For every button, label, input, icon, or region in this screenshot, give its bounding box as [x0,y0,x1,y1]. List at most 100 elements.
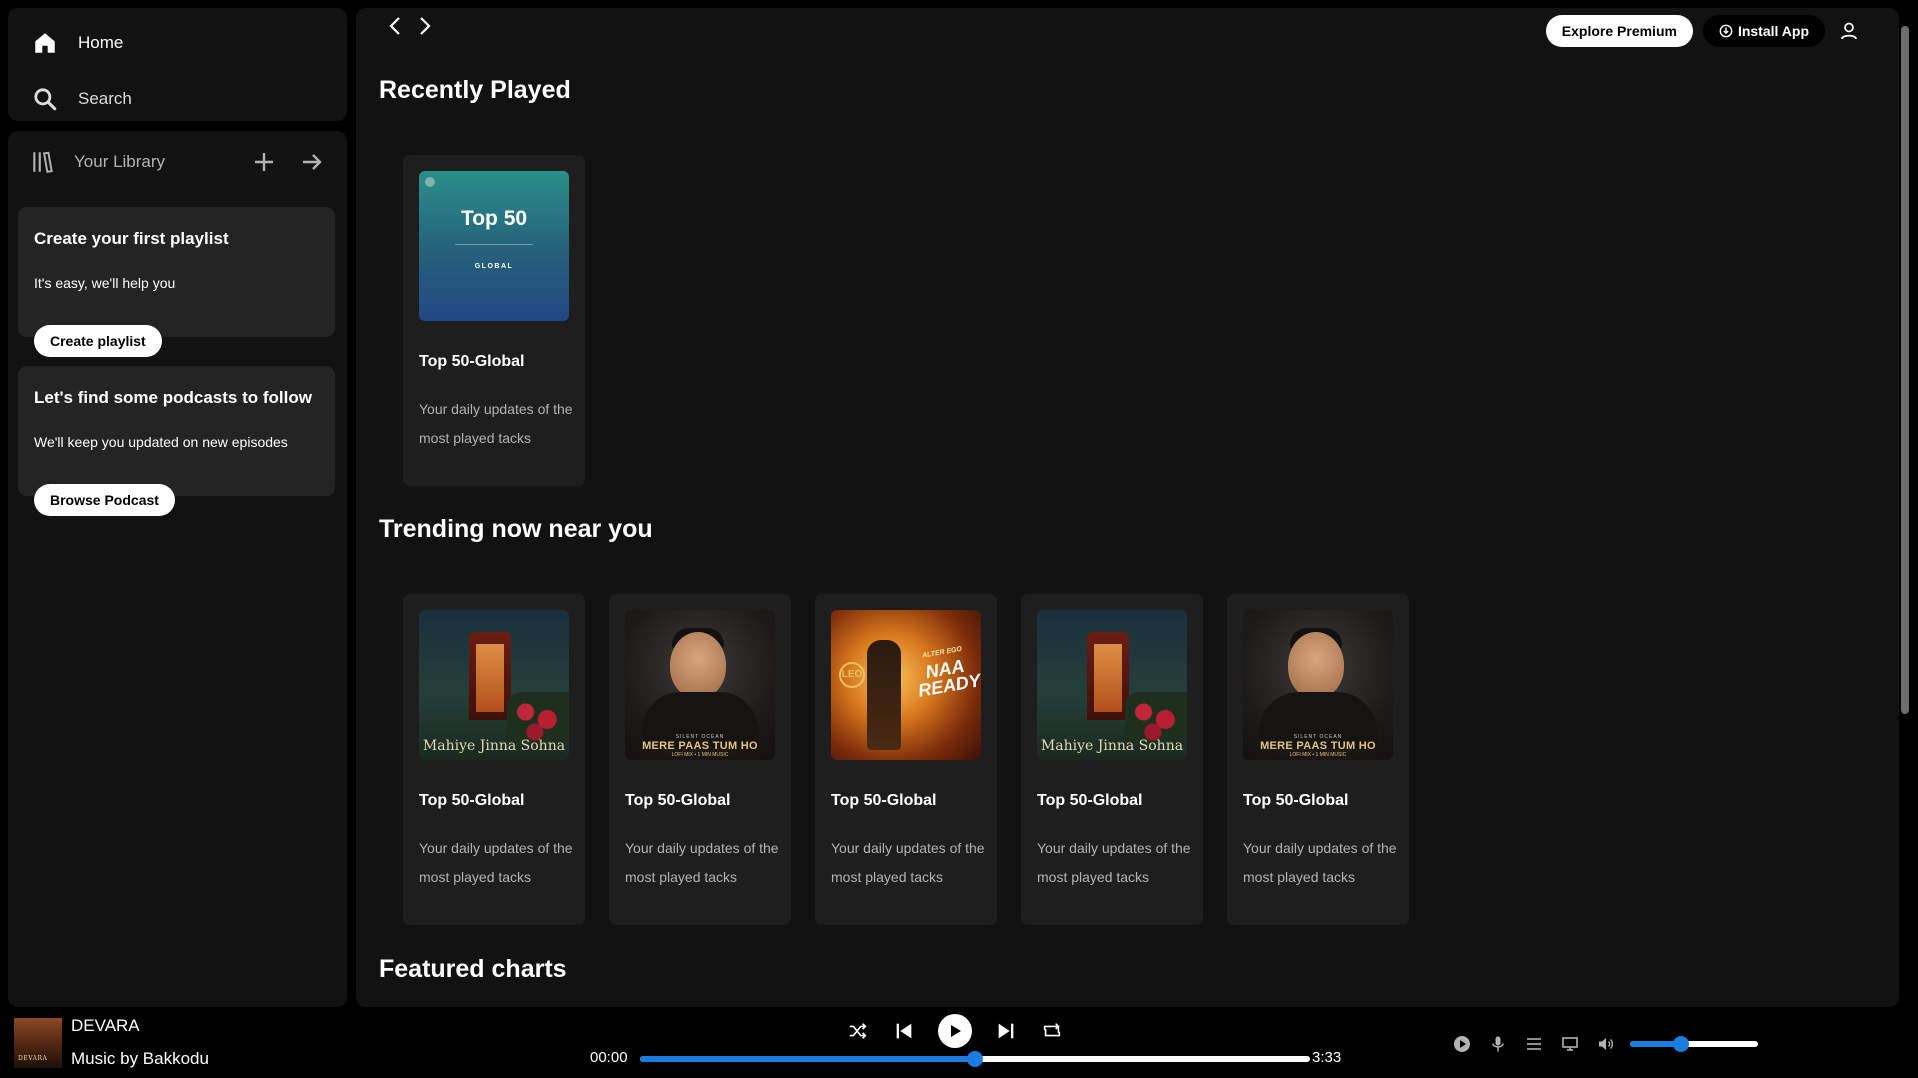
explore-premium-button[interactable]: Explore Premium [1545,15,1693,47]
volume-handle[interactable] [1673,1036,1690,1052]
play-icon [951,1025,961,1037]
now-playing-artist[interactable]: Music by Bakkodu [71,1049,209,1069]
card-cover: Mahiye Jinna Sohna [419,610,569,760]
cover-title: Mahiye Jinna Sohna [422,738,566,754]
next-icon [998,1023,1014,1039]
plus-icon [255,153,273,171]
create-playlist-card: Create your first playlist It's easy, we… [18,207,335,357]
repeat-button[interactable] [1040,1019,1064,1043]
chevron-left-icon [389,17,400,35]
promo-title: Let's find some podcasts to follow [34,388,312,407]
create-playlist-button[interactable]: Create playlist [34,325,162,357]
cover-subtitle: LOFI MIX • 1 MIN MUSIC [1289,752,1347,758]
shuffle-icon [849,1023,867,1039]
time-total: 3:33 [1312,1049,1342,1066]
album-art: LEO ALTER EGO NAA READY [831,610,981,760]
library-header[interactable]: Your Library [30,149,165,175]
sidebar-item-label: Home [78,33,124,52]
card-title: Top 50-Global [419,353,525,370]
logo-dot [425,177,435,187]
card-cover: SILENT OCEAN MERE PAAS TUM HO LOFI MIX •… [1243,610,1393,760]
cover-title: ALTER EGO NAA READY [916,645,981,701]
card-description: Your daily updates of the most played ta… [1243,840,1397,885]
cover-subtitle: GLOBAL [474,263,514,270]
card-title: Top 50-Global [625,792,731,809]
queue-button[interactable] [1524,1034,1544,1054]
card-cover: SILENT OCEAN MERE PAAS TUM HO LOFI MIX •… [625,610,775,760]
browse-podcast-button[interactable]: Browse Podcast [34,484,175,516]
playlist-card[interactable]: LEO ALTER EGO NAA READY Top 50-Global You… [815,594,997,925]
library-actions [251,149,325,175]
promo-title: Create your first playlist [34,229,229,248]
card-description: Your daily updates of the most played ta… [419,401,573,446]
install-app-button[interactable]: Install App [1702,15,1825,47]
extra-controls [1452,1034,1616,1054]
player-bar: DEVARA Music by Bakkodu 00:00 3:33 [0,1007,1918,1078]
now-playing-view-button[interactable] [1452,1034,1472,1054]
progress-bar[interactable] [640,1051,1310,1067]
home-icon [35,33,55,53]
main-content: Explore Premium Install App Recently Pla… [356,8,1899,1007]
library-title: Your Library [74,152,166,171]
profile-button[interactable] [1835,17,1863,45]
create-button[interactable] [251,149,277,175]
library-icon [33,151,53,173]
playlist-card[interactable]: SILENT OCEAN MERE PAAS TUM HO LOFI MIX •… [609,594,791,925]
now-playing-cover[interactable] [14,1018,62,1068]
cover-title: Mahiye Jinna Sohna [1040,738,1184,754]
trending-title: Trending now near you [379,515,653,543]
expand-library-button[interactable] [299,149,325,175]
search-icon [34,88,57,111]
card-title: Top 50-Global [831,792,937,809]
next-button[interactable] [994,1019,1018,1043]
volume-slider[interactable] [1630,1036,1758,1052]
progress-fill [640,1056,975,1062]
download-icon [1719,24,1733,38]
shuffle-button[interactable] [846,1019,870,1043]
previous-button[interactable] [892,1019,916,1043]
mute-button[interactable] [1596,1034,1616,1054]
queue-icon [1527,1038,1541,1050]
main-scrollbar[interactable] [1898,8,1912,1007]
cover-title: MERE PAAS TUM HO [1260,740,1376,752]
cover-title: MERE PAAS TUM HO [642,740,758,752]
podcasts-card: Let's find some podcasts to follow We'll… [18,366,335,516]
playlist-card[interactable]: Mahiye Jinna Sohna Top 50-Global Your da… [403,594,585,925]
album-art: SILENT OCEAN MERE PAAS TUM HO LOFI MIX •… [625,610,775,760]
card-cover: Top 50 GLOBAL [419,171,569,321]
card-description: Your daily updates of the most played ta… [1037,840,1191,885]
forward-button[interactable] [414,14,436,38]
install-app-label: Install App [1737,23,1809,39]
history-nav [384,14,436,38]
card-description: Your daily updates of the most played ta… [625,840,779,885]
recently-played-title: Recently Played [379,76,571,104]
now-playing-title[interactable]: DEVARA [71,1016,140,1036]
device-icon [1562,1037,1578,1051]
connect-device-button[interactable] [1560,1034,1580,1054]
time-elapsed: 00:00 [590,1049,628,1066]
repeat-icon [1043,1023,1061,1037]
card-cover: Mahiye Jinna Sohna [1037,610,1187,760]
promo-text: We'll keep you updated on new episodes [34,434,288,450]
sidebar-item-search[interactable]: Search [32,86,132,112]
card-description: Your daily updates of the most played ta… [831,840,985,885]
chevron-right-icon [420,17,431,35]
progress-handle[interactable] [967,1051,983,1067]
sidebar-nav: Home Search [8,8,347,121]
scrollbar-thumb[interactable] [1901,26,1909,714]
album-art: Mahiye Jinna Sohna [419,610,569,760]
playlist-card[interactable]: SILENT OCEAN MERE PAAS TUM HO LOFI MIX •… [1227,594,1409,925]
sidebar-item-home[interactable]: Home [32,30,123,56]
promo-text: It's easy, we'll help you [34,275,176,291]
back-button[interactable] [384,14,406,38]
lyrics-button[interactable] [1488,1034,1508,1054]
playlist-card[interactable]: Top 50 GLOBAL Top 50-Global Your daily u… [403,155,585,486]
play-button[interactable] [938,1014,972,1048]
arrow-right-icon [303,154,322,170]
album-art: Mahiye Jinna Sohna [1037,610,1187,760]
cover-badge: LEO [839,662,865,688]
cover-subtitle: LOFI MIX • 1 MIN MUSIC [671,752,729,758]
featured-charts-title: Featured charts [379,955,567,983]
playlist-card[interactable]: Mahiye Jinna Sohna Top 50-Global Your da… [1021,594,1203,925]
header-actions: Explore Premium Install App [1545,15,1863,47]
